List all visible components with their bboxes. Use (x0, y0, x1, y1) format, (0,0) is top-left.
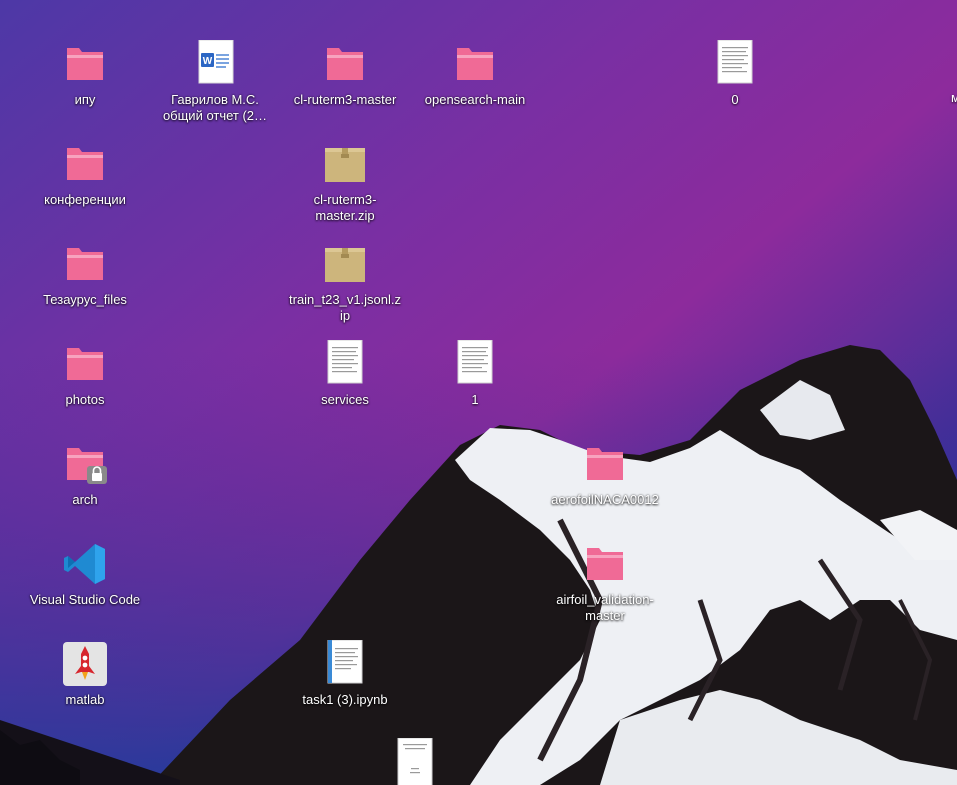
icon-label: cl-ruterm3-master (293, 92, 397, 107)
folder-icon (61, 340, 109, 388)
icon-label: конференции (44, 192, 126, 207)
icon-label: Гаврилов М.С. общий отчет (2… (162, 92, 268, 123)
text-document-icon (451, 339, 499, 388)
pdf-document-icon (391, 737, 439, 785)
icon-label: Тезаурус_files (43, 292, 127, 307)
icon-label: Visual Studio Code (29, 592, 141, 607)
desktop-icon-tezaurus[interactable]: Тезаурус_files (25, 240, 145, 308)
folder-icon (61, 140, 109, 188)
desktop-icon-matlab[interactable]: matlab (25, 640, 145, 708)
desktop-icon-one[interactable]: 1 (415, 339, 535, 408)
word-document-icon: W (191, 39, 239, 88)
desktop-icon-zero[interactable]: 0 (675, 39, 795, 108)
icon-label: cl-ruterm3-master.zip (313, 192, 377, 223)
icon-label: ипу (74, 92, 96, 107)
desktop-icon-konferencii[interactable]: конференции (25, 140, 145, 208)
notebook-icon (321, 639, 369, 688)
folder-icon (581, 540, 629, 588)
text-document-icon (321, 339, 369, 388)
icon-label: train_t23_v1.jsonl.zip (289, 292, 402, 323)
icon-label: 0 (731, 92, 739, 107)
desktop-icon-cl-ruterm3-master[interactable]: cl-ruterm3-master (285, 40, 405, 108)
folder-icon (321, 40, 369, 88)
desktop-icon-airfoil-validation[interactable]: airfoil_validation-master (545, 540, 665, 624)
folder-icon (61, 240, 109, 288)
folder-icon (581, 440, 629, 488)
svg-text:W: W (203, 56, 213, 67)
desktop-icon-arch[interactable]: arch (25, 440, 145, 508)
vscode-icon (61, 540, 109, 588)
text-document-icon (711, 39, 759, 88)
desktop-icon-photos[interactable]: photos (25, 340, 145, 408)
desktop-icon-opensearch-main[interactable]: opensearch-main (415, 40, 535, 108)
desktop-icon-vscode[interactable]: Visual Studio Code (25, 540, 145, 608)
icon-label: matlab (65, 692, 105, 707)
icon-label: aerofoilNACA0012 (551, 492, 659, 507)
desktop-icon-train-zip[interactable]: train_t23_v1.jsonl.zip (285, 240, 405, 324)
desktop-icon-ipu[interactable]: ипу (25, 40, 145, 108)
folder-locked-icon (61, 440, 109, 488)
desktop-icon-gavrilov[interactable]: W Гаврилов М.С. общий отчет (2… (155, 39, 275, 124)
icon-label: opensearch-main (424, 92, 526, 107)
matlab-rocket-icon (61, 640, 109, 688)
desktop-icon-task1[interactable]: task1 (3).ipynb (285, 639, 405, 708)
icon-label: arch (72, 492, 98, 507)
offscreen-icon-label[interactable]: м (951, 90, 957, 105)
icon-label: 1 (471, 392, 479, 407)
icon-label: airfoil_validation-master (556, 592, 654, 623)
desktop-icon-bottom-doc[interactable] (355, 737, 475, 785)
archive-icon (321, 140, 369, 188)
desktop-icon-services[interactable]: services (285, 339, 405, 408)
desktop-icon-cl-ruterm3-zip[interactable]: cl-ruterm3-master.zip (285, 140, 405, 224)
folder-icon (451, 40, 499, 88)
desktop: ипу конференции Тезаурус_files photos ar… (0, 0, 957, 785)
icon-label: task1 (3).ipynb (302, 692, 388, 707)
icon-label: services (321, 392, 369, 407)
archive-icon (321, 240, 369, 288)
folder-icon (61, 40, 109, 88)
icon-label: photos (65, 392, 105, 407)
desktop-icon-aerofoil[interactable]: aerofoilNACA0012 (545, 440, 665, 508)
